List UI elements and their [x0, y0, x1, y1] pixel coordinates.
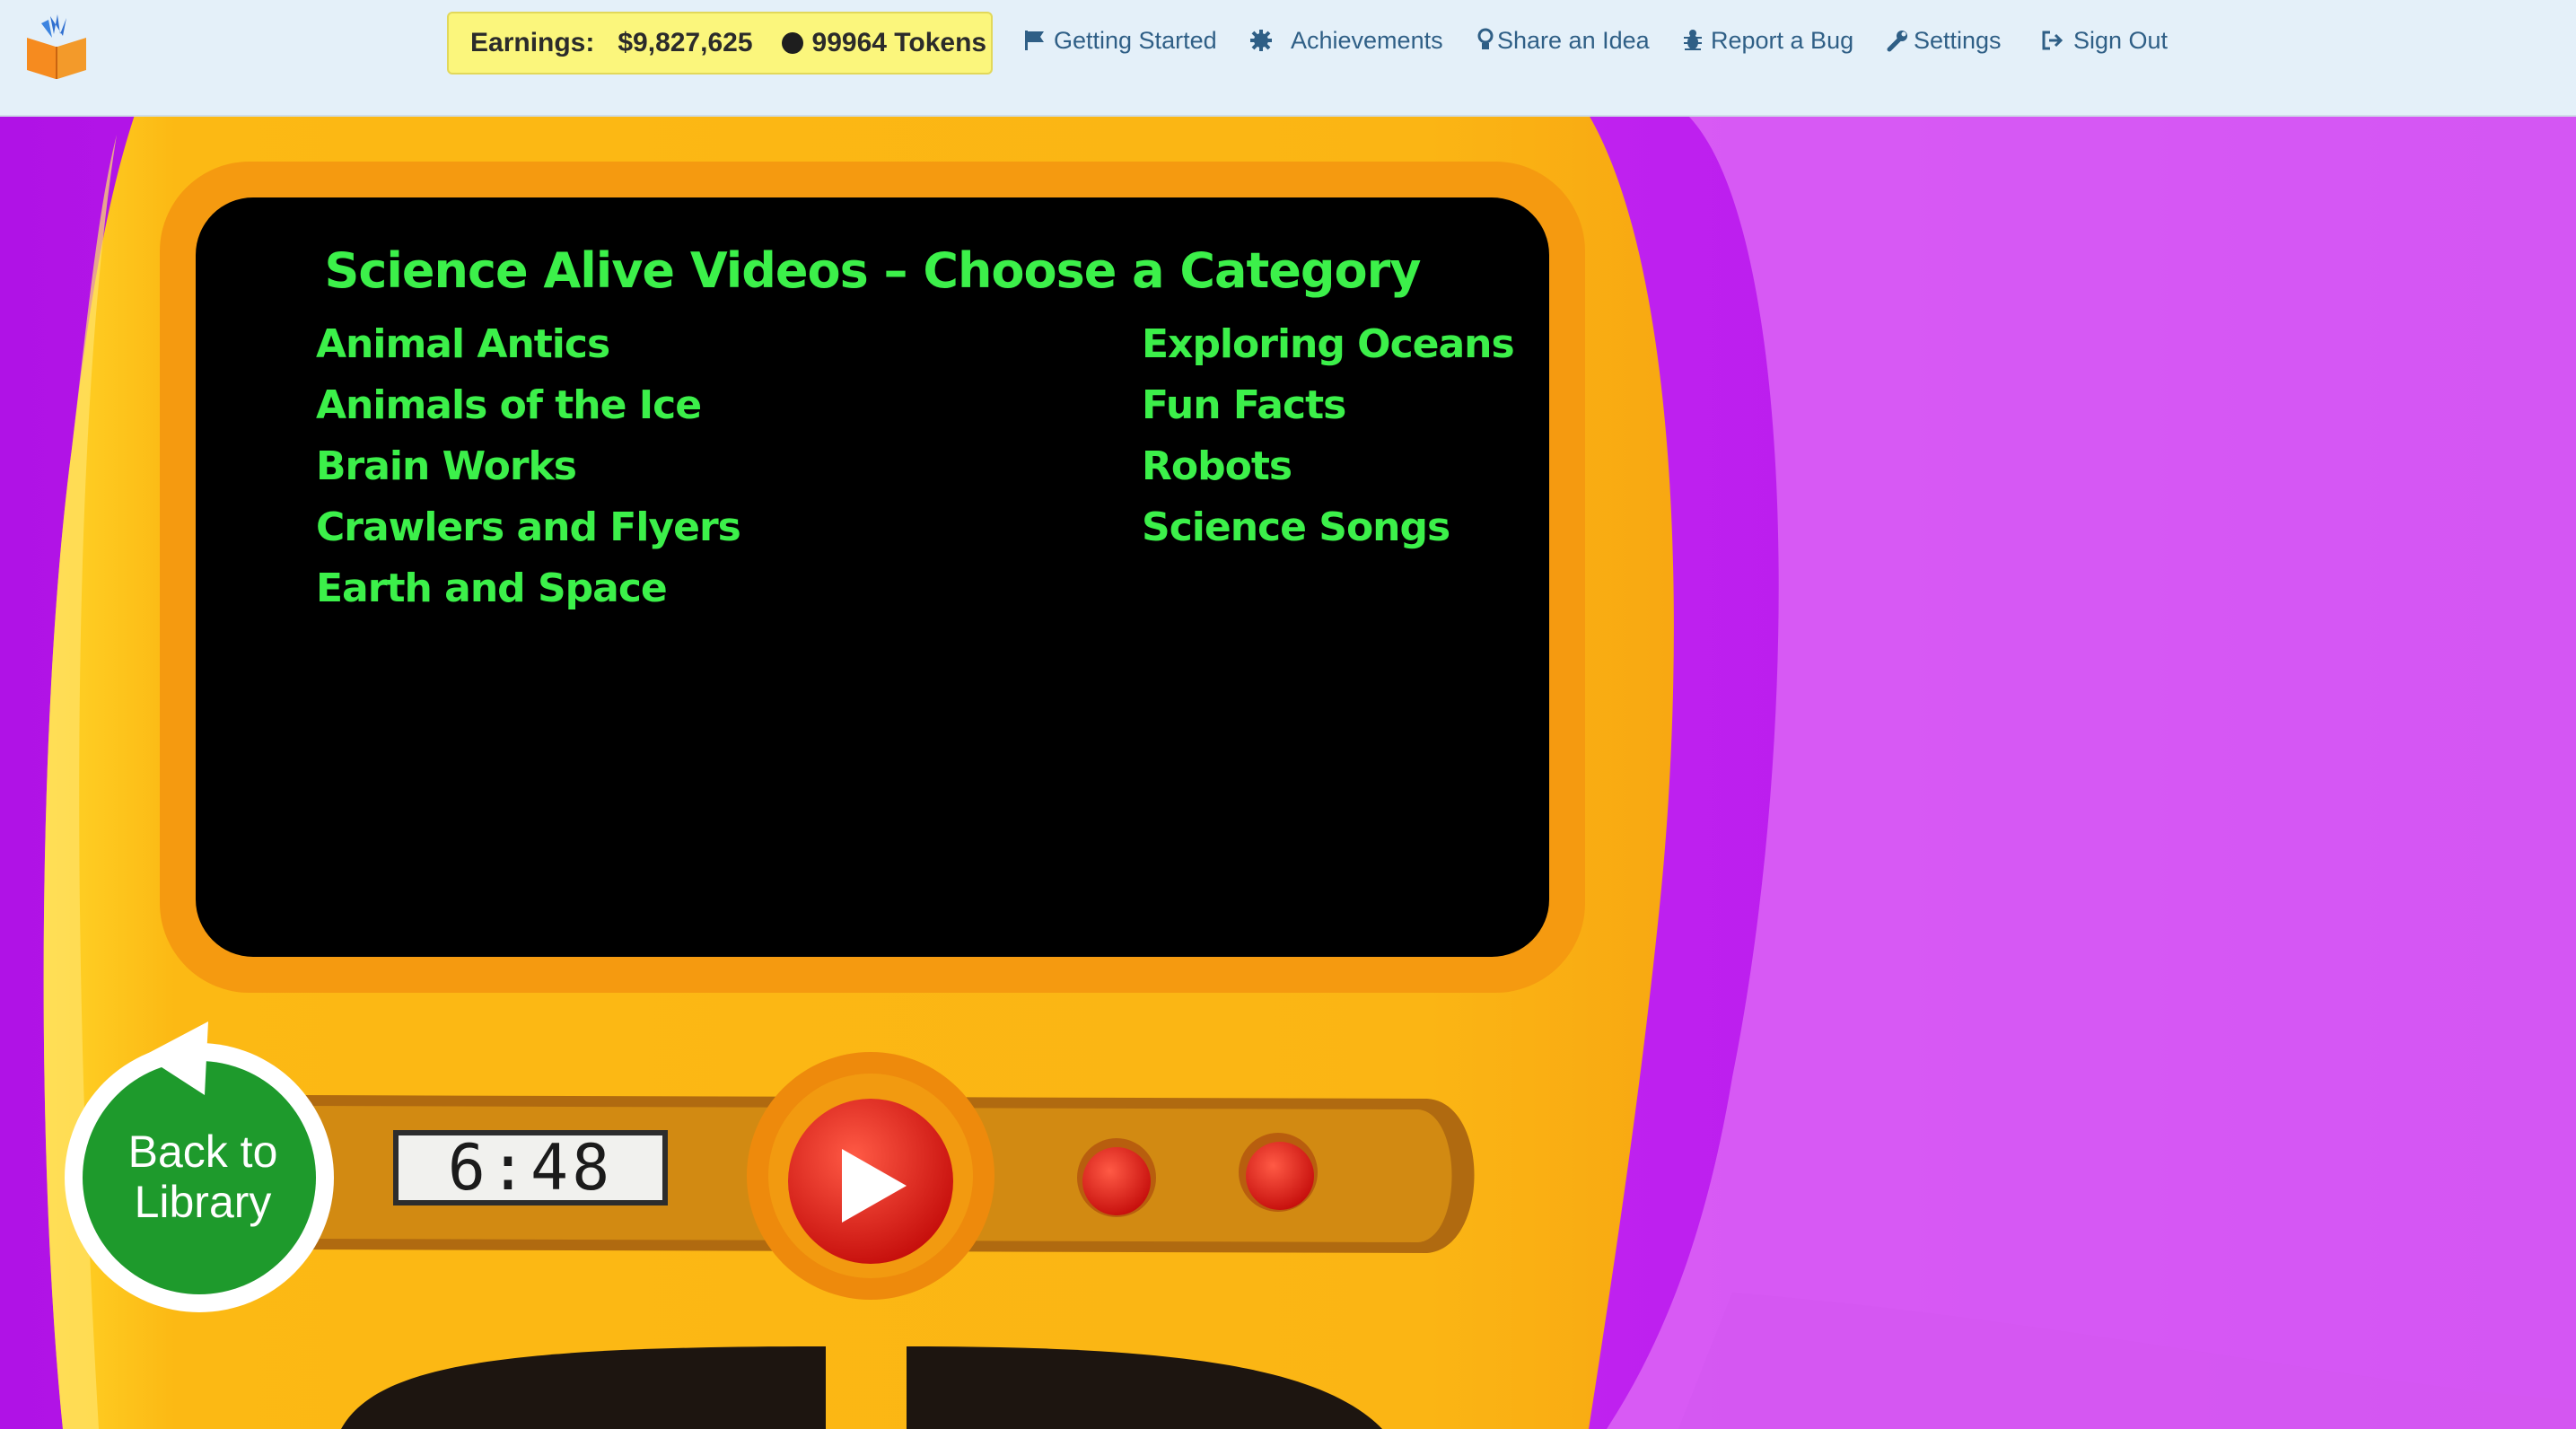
back-label-line2: Library — [134, 1177, 272, 1227]
play-icon[interactable] — [838, 1145, 910, 1226]
screen-title: Science Alive Videos – Choose a Category — [324, 242, 1422, 299]
token-coin-icon — [781, 32, 803, 54]
control-knob-right[interactable] — [1240, 1138, 1321, 1219]
nav-share-idea[interactable]: Share an Idea — [1477, 25, 1650, 56]
nav-label: Achievements — [1291, 26, 1443, 54]
book-logo-icon[interactable] — [23, 11, 90, 81]
category-robots[interactable]: Robots — [1142, 443, 1292, 489]
top-navigation-bar: Earnings: $9,827,625 99964 Tokens Gettin… — [0, 0, 2576, 117]
category-exploring-oceans[interactable]: Exploring Oceans — [1142, 321, 1515, 367]
nav-label: Sign Out — [2073, 26, 2169, 54]
back-label-line1: Back to — [127, 1127, 278, 1177]
category-crawlers-and-flyers[interactable]: Crawlers and Flyers — [316, 504, 741, 550]
nav-achievements[interactable]: Achievements — [1249, 25, 1443, 56]
lightbulb-icon — [1477, 28, 1494, 49]
category-science-songs[interactable]: Science Songs — [1142, 504, 1450, 550]
category-fun-facts[interactable]: Fun Facts — [1142, 382, 1346, 428]
nav-getting-started[interactable]: Getting Started — [1023, 25, 1217, 56]
nav-sign-out[interactable]: Sign Out — [2041, 25, 2168, 56]
nav-label: Settings — [1914, 26, 2002, 54]
video-counter-display: 6:48 — [393, 1130, 668, 1205]
category-screen: Science Alive Videos – Choose a Category… — [196, 197, 1549, 957]
sign-out-icon — [2042, 31, 2063, 50]
category-brain-works[interactable]: Brain Works — [316, 443, 577, 489]
bug-icon — [1684, 30, 1702, 50]
flag-icon — [1025, 31, 1044, 50]
nav-label: Report a Bug — [1711, 26, 1854, 54]
category-earth-and-space[interactable]: Earth and Space — [316, 565, 668, 611]
nav-label: Share an Idea — [1497, 26, 1650, 54]
back-to-library-label[interactable]: Back to Library — [84, 1127, 321, 1227]
nav-label: Getting Started — [1054, 26, 1217, 54]
token-count: 99964 Tokens — [811, 28, 987, 57]
category-animals-of-the-ice[interactable]: Animals of the Ice — [316, 382, 702, 428]
control-knob-left[interactable] — [1077, 1147, 1158, 1228]
wrench-icon — [1887, 31, 1907, 52]
earnings-label: Earnings: — [470, 28, 595, 57]
earnings-badge: Earnings: $9,827,625 99964 Tokens — [447, 12, 993, 75]
nav-settings[interactable]: Settings — [1887, 25, 2002, 56]
category-animal-antics[interactable]: Animal Antics — [316, 321, 610, 367]
nav-report-bug[interactable]: Report a Bug — [1682, 25, 1853, 56]
gear-icon — [1250, 30, 1272, 51]
earnings-value: $9,827,625 — [618, 28, 753, 57]
